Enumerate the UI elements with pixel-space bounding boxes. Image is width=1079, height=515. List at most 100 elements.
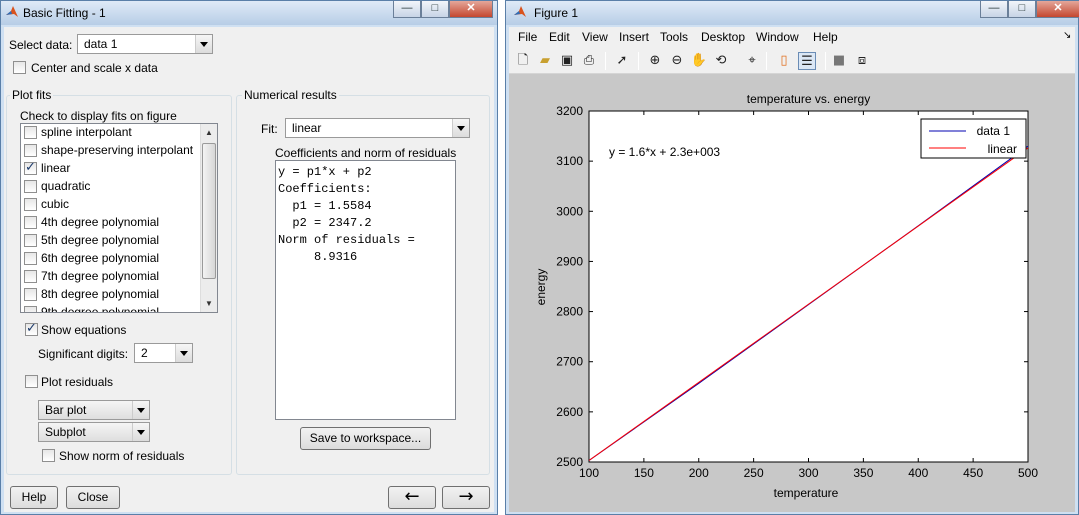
y-tick-label: 2900 (556, 254, 583, 268)
scroll-thumb[interactable] (202, 143, 216, 279)
fit-list-item[interactable]: shape-preserving interpolant (21, 142, 201, 160)
legend-icon[interactable]: ☰ (798, 52, 816, 70)
fit-list-item[interactable]: 7th degree polynomial (21, 268, 201, 286)
menu-file[interactable]: File (518, 30, 537, 44)
fit-checkbox[interactable] (24, 160, 37, 175)
fit-checkbox[interactable] (24, 270, 37, 283)
results-line: y = p1*x + p2 (278, 165, 372, 179)
results-line: p2 = 2347.2 (278, 216, 372, 230)
fit-list-item[interactable]: 5th degree polynomial (21, 232, 201, 250)
fit-checkbox[interactable] (24, 216, 37, 229)
fit-checkbox[interactable] (24, 126, 37, 139)
figure-client: File Edit View Insert Tools Desktop Wind… (509, 27, 1075, 512)
dock-arrow-icon[interactable]: ↘ (1063, 30, 1071, 41)
open-file-icon[interactable]: ▰ (536, 52, 554, 70)
results-line: Norm of residuals = (278, 233, 415, 247)
menu-edit[interactable]: Edit (549, 30, 570, 44)
fit-item-label: 7th degree polynomial (41, 269, 160, 283)
y-tick-label: 2800 (556, 305, 583, 319)
scroll-down-icon[interactable]: ▼ (201, 295, 217, 312)
rotate-3d-icon[interactable]: ⟲ (712, 52, 730, 70)
sig-digits-dropdown[interactable]: 2 (134, 343, 193, 363)
fit-list-item[interactable]: quadratic (21, 178, 201, 196)
fit-checkbox[interactable] (24, 198, 37, 211)
maximize-button[interactable]: □ (421, 1, 449, 18)
menu-desktop[interactable]: Desktop (701, 30, 745, 44)
y-tick-label: 3200 (556, 104, 583, 118)
fit-checkbox[interactable] (24, 234, 37, 247)
figure-canvas: 100 150 200 250 300 350 400 450 5002500260027002… (509, 75, 1075, 512)
chevron-down-icon (195, 35, 212, 53)
menu-view[interactable]: View (582, 30, 608, 44)
menu-tools[interactable]: Tools (660, 30, 688, 44)
toolbar-separator (605, 52, 606, 70)
select-data-dropdown[interactable]: data 1 (77, 34, 213, 54)
maximize-button[interactable]: □ (1008, 1, 1036, 18)
sig-digits-value: 2 (141, 346, 148, 360)
save-to-workspace-button[interactable]: Save to workspace... (300, 427, 431, 450)
plot-residuals-checkbox[interactable] (25, 375, 38, 388)
minimize-button[interactable]: — (393, 1, 421, 18)
fit-list-item[interactable]: spline interpolant (21, 124, 201, 142)
minimize-button[interactable]: — (980, 1, 1008, 18)
fits-list-scrollbar[interactable]: ▲ ▼ (200, 124, 217, 312)
fit-list-item[interactable]: 4th degree polynomial (21, 214, 201, 232)
new-figure-icon[interactable]: 🗋 (514, 52, 532, 70)
fit-item-label: linear (41, 161, 71, 175)
plot-residuals-label: Plot residuals (41, 375, 114, 389)
basic-fitting-titlebar[interactable]: Basic Fitting - 1 — □ ✕ (1, 1, 497, 25)
residual-plot-location-dropdown[interactable]: Subplot (38, 422, 150, 442)
pan-hand-icon[interactable]: ✋ (690, 52, 708, 70)
residual-plot-location-value: Subplot (45, 425, 86, 439)
show-norm-label: Show norm of residuals (59, 449, 185, 463)
plot-area[interactable] (588, 110, 1029, 463)
fit-dropdown[interactable]: linear (285, 118, 470, 138)
residual-plot-type-dropdown[interactable]: Bar plot (38, 400, 150, 420)
fit-checkbox[interactable] (24, 180, 37, 193)
forward-arrow-button[interactable]: → (442, 486, 490, 509)
close-window-button[interactable]: ✕ (1036, 1, 1079, 18)
y-tick-label: 3100 (556, 154, 583, 168)
chevron-down-icon (175, 344, 192, 362)
data-cursor-icon[interactable]: ⌖ (743, 52, 761, 70)
fit-checkbox[interactable] (24, 288, 37, 301)
x-tick-label: 400 (908, 466, 928, 480)
hide-plot-tools-icon[interactable]: ■ (830, 52, 848, 70)
edit-plot-arrow-icon[interactable]: ➚ (613, 52, 631, 70)
basic-fitting-window: Basic Fitting - 1 — □ ✕ Select data: dat… (0, 0, 498, 515)
print-icon[interactable]: ⎙ (580, 52, 598, 70)
menu-help[interactable]: Help (813, 30, 838, 44)
fit-checkbox[interactable] (24, 306, 37, 312)
center-scale-checkbox[interactable] (13, 61, 26, 74)
fit-list-item[interactable]: 6th degree polynomial (21, 250, 201, 268)
show-plot-tools-icon[interactable]: ⧈ (853, 52, 871, 70)
fit-item-label: 8th degree polynomial (41, 287, 160, 301)
fit-equation-annotation[interactable]: y = 1.6*x + 2.3e+003 (609, 145, 720, 159)
menu-insert[interactable]: Insert (619, 30, 649, 44)
x-tick-label: 200 (689, 466, 709, 480)
results-textbox[interactable]: y = p1*x + p2 Coefficients: p1 = 1.5584 … (275, 160, 456, 420)
show-equations-checkbox[interactable] (25, 321, 38, 336)
fits-list[interactable]: spline interpolant shape-preserving inter… (20, 123, 218, 313)
show-norm-checkbox[interactable] (42, 449, 55, 462)
zoom-in-icon[interactable]: ⊕ (646, 52, 664, 70)
zoom-out-icon[interactable]: ⊖ (668, 52, 686, 70)
help-button[interactable]: Help (10, 486, 58, 509)
chevron-down-icon (132, 423, 149, 441)
menu-window[interactable]: Window (756, 30, 799, 44)
save-icon[interactable]: ▣ (558, 52, 576, 70)
fit-list-item[interactable]: 8th degree polynomial (21, 286, 201, 304)
fit-checkbox[interactable] (24, 144, 37, 157)
arrow-left-icon: ← (404, 486, 420, 507)
close-window-button[interactable]: ✕ (449, 1, 493, 18)
fit-list-item[interactable]: linear (21, 160, 201, 178)
close-button[interactable]: Close (66, 486, 120, 509)
fit-list-item[interactable]: cubic (21, 196, 201, 214)
colorbar-icon[interactable]: ▯ (775, 52, 793, 70)
back-arrow-button[interactable]: ← (388, 486, 436, 509)
fit-checkbox[interactable] (24, 252, 37, 265)
fit-list-item[interactable]: 9th degree polynomial (21, 304, 201, 312)
scroll-up-icon[interactable]: ▲ (201, 124, 217, 141)
figure-titlebar[interactable]: Figure 1 — □ ✕ (506, 1, 1079, 25)
legend[interactable]: data 1 linear (920, 118, 1027, 159)
